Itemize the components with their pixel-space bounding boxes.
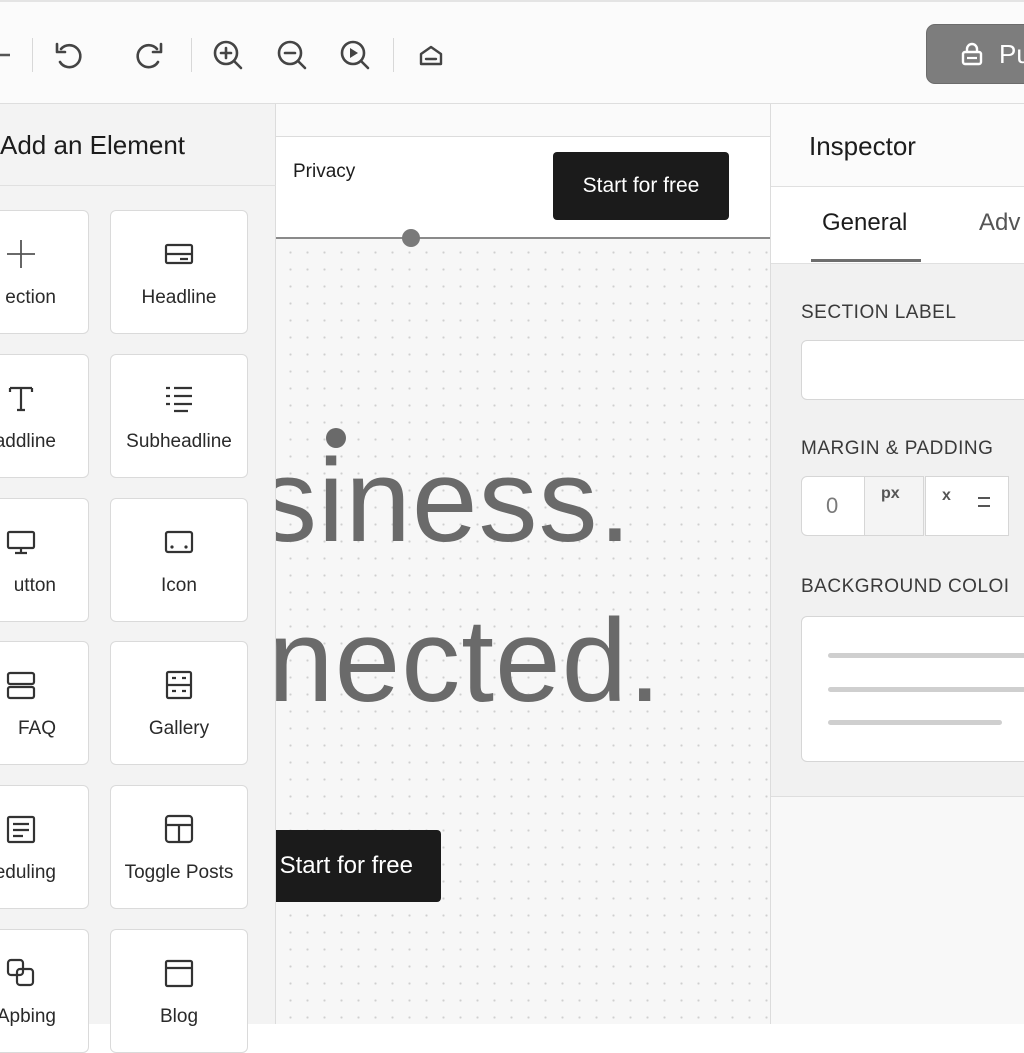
placeholder-line — [828, 653, 1024, 658]
add-icon[interactable] — [0, 38, 14, 72]
monitor-icon — [4, 525, 38, 559]
hero-headline-line-1[interactable]: siness. — [276, 442, 632, 560]
inspector-panel: Inspector General Adv SECTION LABEL MARG… — [770, 104, 1024, 1024]
headline-icon — [162, 237, 196, 271]
toolbar-divider — [32, 38, 33, 72]
element-tile-scheduling[interactable]: eduling — [0, 785, 89, 909]
zoom-in-icon[interactable] — [211, 38, 245, 72]
background-color-heading: BACKGROUND COLOI — [801, 576, 1010, 597]
tab-advanced[interactable]: Adv — [979, 209, 1020, 237]
background-color-picker[interactable] — [801, 616, 1024, 762]
element-tile-toggle-posts[interactable]: Toggle Posts — [110, 785, 248, 909]
element-tile-label: addline — [0, 431, 56, 452]
element-tile-gallery[interactable]: Gallery — [110, 641, 248, 765]
redo-icon[interactable] — [132, 38, 166, 72]
element-tile-headline-alt[interactable]: addline — [0, 354, 89, 478]
publish-button[interactable]: Pu — [926, 24, 1024, 84]
element-tile-blog[interactable]: Blog — [110, 929, 248, 1053]
element-tile-label: Gallery — [148, 718, 210, 739]
element-tile-label: Subheadline — [126, 431, 232, 452]
element-tile-faq[interactable]: FAQ — [0, 641, 89, 765]
gallery-icon — [162, 668, 196, 702]
inspector-title: Inspector — [771, 104, 1024, 187]
element-tile-label: ection — [5, 287, 56, 308]
margin-padding-controls: 0 px x — [801, 476, 1024, 536]
active-tab-indicator — [811, 259, 921, 262]
document-icon — [4, 812, 38, 846]
inspector-general-body: SECTION LABEL MARGIN & PADDING 0 px x BA… — [771, 264, 1024, 797]
section-label-input[interactable] — [801, 340, 1024, 400]
placeholder-line — [828, 720, 1002, 725]
margin-value-input[interactable]: 0 — [801, 476, 865, 536]
section-resize-handle[interactable] — [402, 229, 420, 247]
layout-icon — [162, 812, 196, 846]
element-tile-button[interactable]: utton — [0, 498, 89, 622]
faq-icon — [4, 668, 38, 702]
site-header-section[interactable]: Privacy Start for free — [276, 137, 770, 237]
element-tile-label: Headline — [141, 287, 217, 308]
add-element-panel: Add an Element ection Headline addline S… — [0, 104, 276, 1053]
header-cta-button[interactable]: Start for free — [553, 152, 729, 220]
element-tile-label: FAQ — [17, 718, 56, 739]
text-icon — [4, 381, 38, 415]
top-toolbar: Pu — [0, 0, 1024, 104]
undo-icon[interactable] — [52, 38, 86, 72]
inspector-tabs: General Adv — [771, 187, 1024, 264]
home-icon[interactable] — [414, 38, 448, 72]
blog-window-icon — [162, 956, 196, 990]
preview-icon[interactable] — [338, 38, 372, 72]
equals-icon — [978, 497, 990, 513]
margin-axis-toggle[interactable]: x — [925, 476, 1009, 536]
section-label-heading: SECTION LABEL — [801, 302, 957, 323]
element-tile-label: eduling — [0, 862, 56, 883]
toolbar-divider — [191, 38, 192, 72]
lock-icon — [961, 42, 983, 66]
element-tile-label: Blog — [159, 1006, 199, 1027]
hero-cta-button[interactable]: Start for free — [276, 830, 441, 902]
element-tile-label: Icon — [161, 575, 197, 596]
element-tile-tabbing[interactable]: Apbing — [0, 929, 89, 1053]
margin-axis-label: x — [942, 487, 951, 504]
icon-box-icon — [162, 525, 196, 559]
element-tile-label: utton — [13, 575, 56, 596]
element-tile-icon[interactable]: Icon — [110, 498, 248, 622]
publish-label: Pu — [999, 38, 1024, 69]
element-tile-headline[interactable]: Headline — [110, 210, 248, 334]
tab-general[interactable]: General — [822, 209, 907, 237]
section-divider — [276, 237, 770, 239]
placeholder-line — [828, 687, 1024, 692]
element-tile-label: Toggle Posts — [124, 862, 234, 883]
shapes-icon — [4, 956, 38, 990]
panel-title: Add an Element — [0, 104, 276, 186]
canvas-top-strip — [276, 104, 770, 137]
hero-headline-line-2[interactable]: nected. — [276, 602, 662, 720]
margin-padding-heading: MARGIN & PADDING — [801, 438, 994, 459]
margin-unit-select[interactable]: px — [864, 476, 924, 536]
element-tile-label: Apbing — [0, 1006, 56, 1027]
element-tile-section[interactable]: ection — [0, 210, 89, 334]
zoom-out-icon[interactable] — [275, 38, 309, 72]
toolbar-divider — [393, 38, 394, 72]
list-icon — [162, 381, 196, 415]
plus-icon — [4, 237, 38, 271]
page-canvas[interactable]: Privacy Start for free siness. nected. S… — [276, 104, 770, 1024]
element-tile-subheadline[interactable]: Subheadline — [110, 354, 248, 478]
nav-link-privacy[interactable]: Privacy — [293, 161, 355, 183]
